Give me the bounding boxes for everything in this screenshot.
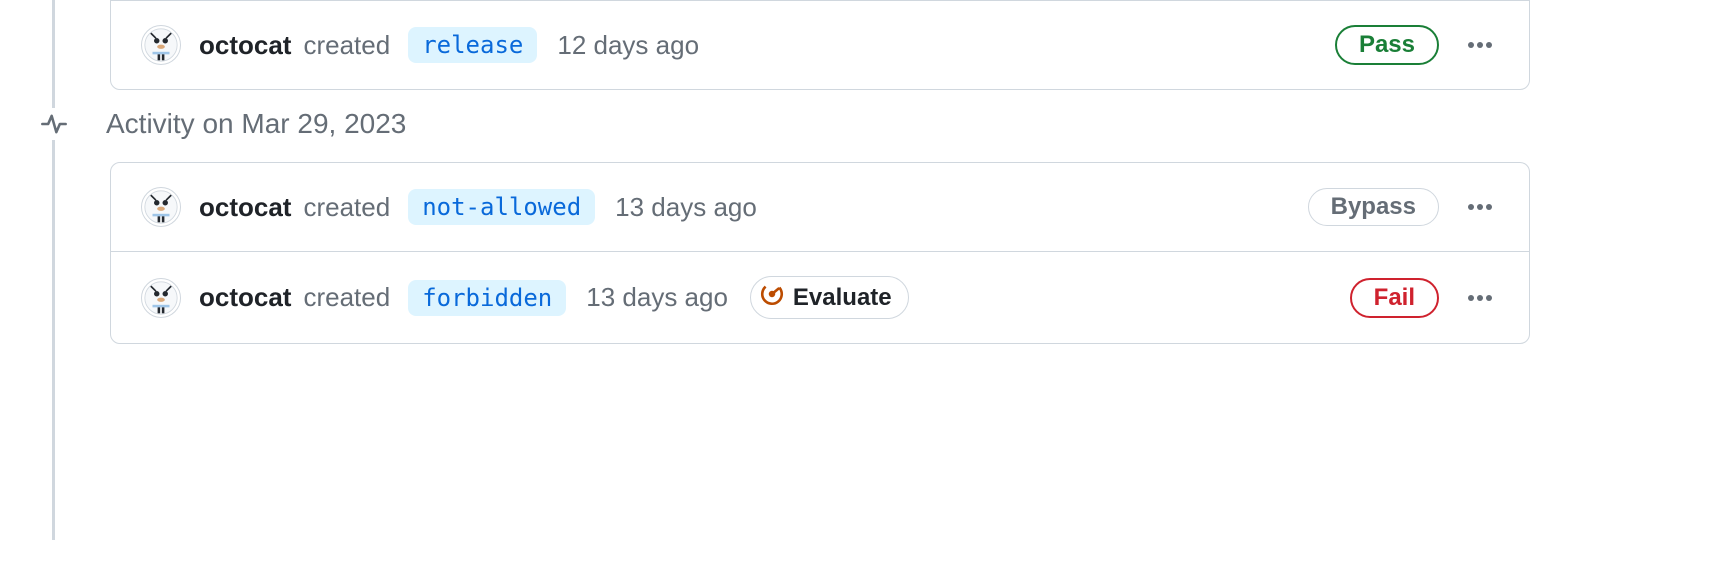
activity-card-group: octocat created not-allowed 13 days ago … — [110, 162, 1530, 344]
activity-time: 13 days ago — [586, 282, 728, 313]
octocat-avatar[interactable] — [141, 25, 181, 65]
status-badge-fail: Fail — [1350, 278, 1439, 318]
branch-tag[interactable]: not-allowed — [408, 189, 595, 225]
branch-tag[interactable]: release — [408, 27, 537, 63]
activity-time: 13 days ago — [615, 192, 757, 223]
activity-card-group: octocat created release 12 days ago Pass — [110, 0, 1530, 90]
gauge-icon — [759, 281, 785, 314]
kebab-icon[interactable] — [1461, 283, 1499, 313]
activity-row: octocat created release 12 days ago Pass — [111, 1, 1529, 89]
activity-date-label: Activity on Mar 29, 2023 — [106, 108, 406, 140]
activity-row: octocat created forbidden 13 days ago Ev… — [111, 251, 1529, 343]
octocat-avatar[interactable] — [141, 278, 181, 318]
branch-tag[interactable]: forbidden — [408, 280, 566, 316]
timeline-rail — [52, 0, 55, 540]
activity-row: octocat created not-allowed 13 days ago … — [111, 163, 1529, 251]
activity-date-header: Activity on Mar 29, 2023 — [38, 108, 1720, 140]
status-badge-bypass: Bypass — [1308, 188, 1439, 226]
pulse-icon — [38, 108, 70, 140]
username-link[interactable]: octocat — [199, 30, 291, 61]
status-badge-pass: Pass — [1335, 25, 1439, 65]
username-link[interactable]: octocat — [199, 192, 291, 223]
evaluate-pill[interactable]: Evaluate — [750, 276, 909, 319]
username-link[interactable]: octocat — [199, 282, 291, 313]
activity-time: 12 days ago — [557, 30, 699, 61]
kebab-icon[interactable] — [1461, 30, 1499, 60]
activity-action: created — [303, 282, 390, 313]
evaluate-label: Evaluate — [793, 284, 892, 312]
activity-action: created — [303, 192, 390, 223]
octocat-avatar[interactable] — [141, 187, 181, 227]
kebab-icon[interactable] — [1461, 192, 1499, 222]
activity-action: created — [303, 30, 390, 61]
